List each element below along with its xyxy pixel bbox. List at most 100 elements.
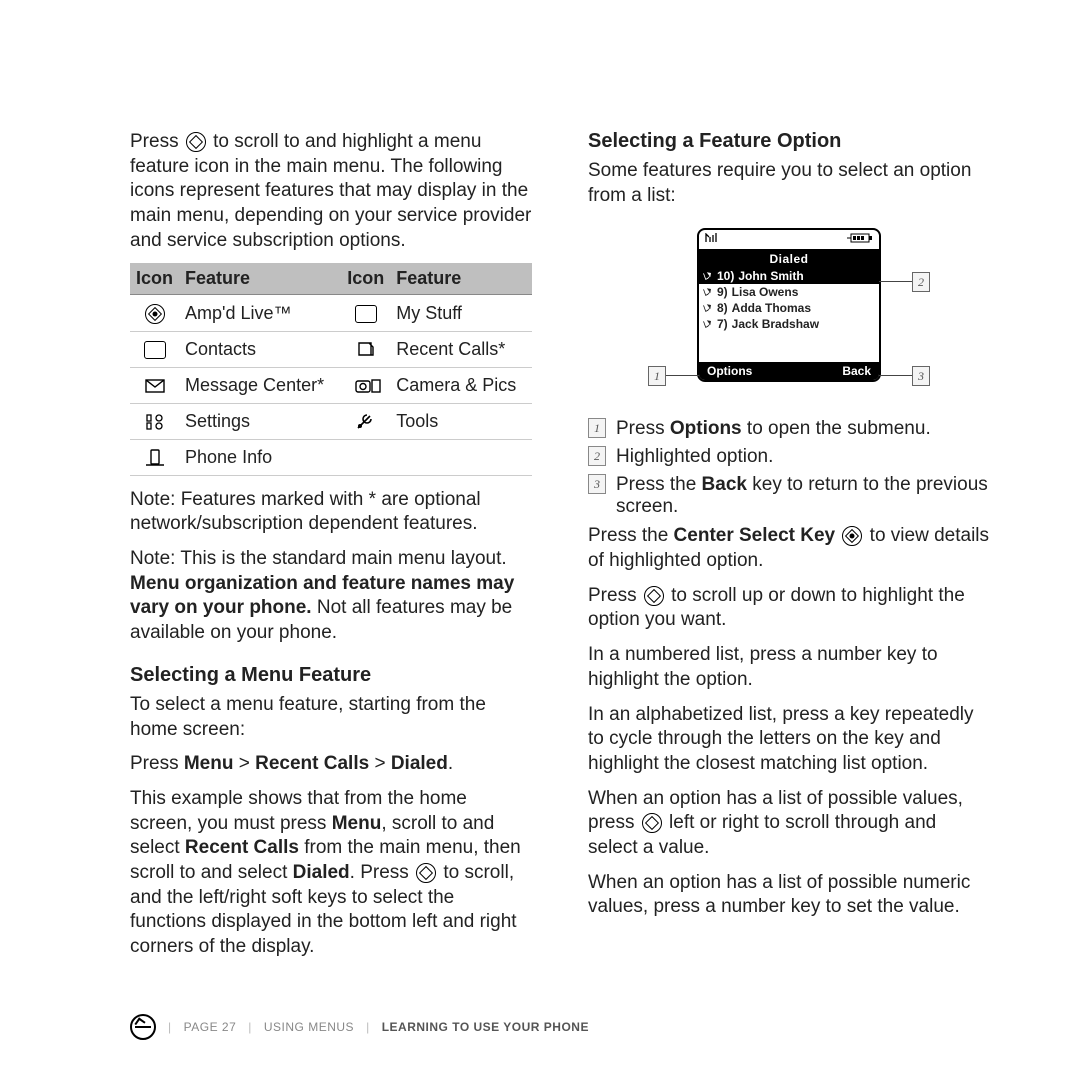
callout-2: 2 — [912, 272, 930, 292]
text: Press — [130, 753, 184, 774]
footer-logo-icon — [130, 1014, 156, 1040]
values-paragraph: When an option has a list of possible va… — [588, 787, 990, 861]
legend-text: Press the Back key to return to the prev… — [616, 474, 990, 518]
screen-title: Dialed — [699, 250, 879, 268]
text: Press the — [588, 525, 674, 546]
feature-name: Settings — [179, 403, 341, 439]
feature-name: Contacts — [179, 331, 341, 367]
navkey-icon — [642, 813, 662, 833]
feature-name: Message Center* — [179, 367, 341, 403]
legend-number: 3 — [588, 474, 606, 494]
left-softkey: Options — [707, 364, 752, 378]
feature-name: Phone Info — [179, 439, 341, 475]
text: Press — [588, 585, 642, 606]
softkey-bar: Options Back — [699, 362, 879, 380]
list-item: 7) Jack Bradshaw — [699, 316, 879, 332]
text: Press the — [616, 474, 702, 495]
phone-diagram: Dialed 10) John Smith 9) Lisa Owens 8) A… — [644, 218, 934, 392]
numeric-values-paragraph: When an option has a list of possible nu… — [588, 871, 990, 920]
text: 7) — [717, 317, 728, 331]
feature-icon-table: Icon Feature Icon Feature Amp'd Live™ My… — [130, 263, 532, 475]
heading-selecting-feature-option: Selecting a Feature Option — [588, 130, 990, 153]
text: . Press — [350, 862, 414, 883]
option-lead: Some features require you to select an o… — [588, 159, 990, 208]
feature-name: Amp'd Live™ — [179, 295, 341, 331]
camera-pics-icon — [355, 377, 377, 395]
text: Dialed — [293, 862, 350, 883]
numbered-list-paragraph: In a numbered list, press a number key t… — [588, 643, 990, 692]
settings-icon — [144, 413, 166, 431]
text: > — [369, 753, 391, 774]
recent-calls-icon — [355, 341, 377, 359]
feature-name: Camera & Pics — [390, 367, 532, 403]
note-layout: Note: This is the standard main menu lay… — [130, 547, 532, 646]
callout-lead — [666, 375, 699, 376]
text: 9) — [717, 285, 728, 299]
list-item: 9) Lisa Owens — [699, 284, 879, 300]
page-footer: | PAGE 27 | USING MENUS | LEARNING TO US… — [130, 1014, 589, 1040]
battery-icon — [847, 233, 873, 246]
ampd-live-icon — [145, 304, 165, 324]
text: > — [233, 753, 255, 774]
text: 8) — [717, 301, 728, 315]
list-item: 10) John Smith — [699, 268, 879, 284]
tools-icon — [355, 413, 377, 431]
navkey-icon — [416, 863, 436, 883]
th-icon: Icon — [341, 263, 390, 295]
menu-lead: To select a menu feature, starting from … — [130, 693, 532, 742]
legend-number: 1 — [588, 418, 606, 438]
legend-item: 2 Highlighted option. — [588, 446, 990, 468]
list-item: 8) Adda Thomas — [699, 300, 879, 316]
text: Jack Bradshaw — [732, 317, 819, 331]
text: Recent Calls — [255, 753, 369, 774]
text: Center Select Key — [674, 525, 836, 546]
menu-path: Press Menu > Recent Calls > Dialed. — [130, 752, 532, 777]
legend-item: 3 Press the Back key to return to the pr… — [588, 474, 990, 518]
text: Note: This is the standard main menu lay… — [130, 548, 507, 569]
text: left or right to scroll through and sele… — [588, 812, 936, 858]
text: Back — [702, 474, 747, 495]
heading-selecting-menu-feature: Selecting a Menu Feature — [130, 664, 532, 687]
status-bar — [699, 230, 879, 250]
navkey-icon — [644, 586, 664, 606]
text: Menu — [184, 753, 234, 774]
right-softkey: Back — [842, 364, 871, 378]
th-feature: Feature — [390, 263, 532, 295]
legend-number: 2 — [588, 446, 606, 466]
callout-lead — [879, 281, 912, 282]
alpha-list-paragraph: In an alphabetized list, press a key rep… — [588, 703, 990, 777]
contacts-icon — [144, 341, 166, 359]
navkey-center-icon — [842, 526, 862, 546]
my-stuff-icon — [355, 305, 377, 323]
callout-3: 3 — [912, 366, 930, 386]
text: to open the submenu. — [742, 418, 931, 439]
callout-lead — [879, 375, 912, 376]
legend-text: Highlighted option. — [616, 446, 773, 468]
feature-name: Recent Calls* — [390, 331, 532, 367]
text: Dialed — [391, 753, 448, 774]
footer-chapter: LEARNING TO USE YOUR PHONE — [382, 1020, 589, 1034]
text: Press — [130, 131, 184, 152]
message-center-icon — [144, 377, 166, 395]
footer-section: USING MENUS — [264, 1020, 354, 1034]
text: Menu — [332, 813, 382, 834]
text: Lisa Owens — [732, 285, 799, 299]
feature-name: My Stuff — [390, 295, 532, 331]
incoming-call-icon — [703, 271, 713, 281]
incoming-call-icon — [703, 287, 713, 297]
legend-item: 1 Press Options to open the submenu. — [588, 418, 990, 440]
signal-icon — [705, 233, 723, 246]
text: Adda Thomas — [732, 301, 811, 315]
incoming-call-icon — [703, 303, 713, 313]
th-icon: Icon — [130, 263, 179, 295]
navkey-icon — [186, 132, 206, 152]
th-feature: Feature — [179, 263, 341, 295]
note-asterisk: Note: Features marked with * are optiona… — [130, 488, 532, 537]
example-paragraph: This example shows that from the home sc… — [130, 787, 532, 960]
phone-info-icon — [144, 449, 166, 467]
feature-name: Tools — [390, 403, 532, 439]
text: Recent Calls — [185, 837, 299, 858]
legend-text: Press Options to open the submenu. — [616, 418, 931, 440]
incoming-call-icon — [703, 319, 713, 329]
text: Press — [616, 418, 670, 439]
